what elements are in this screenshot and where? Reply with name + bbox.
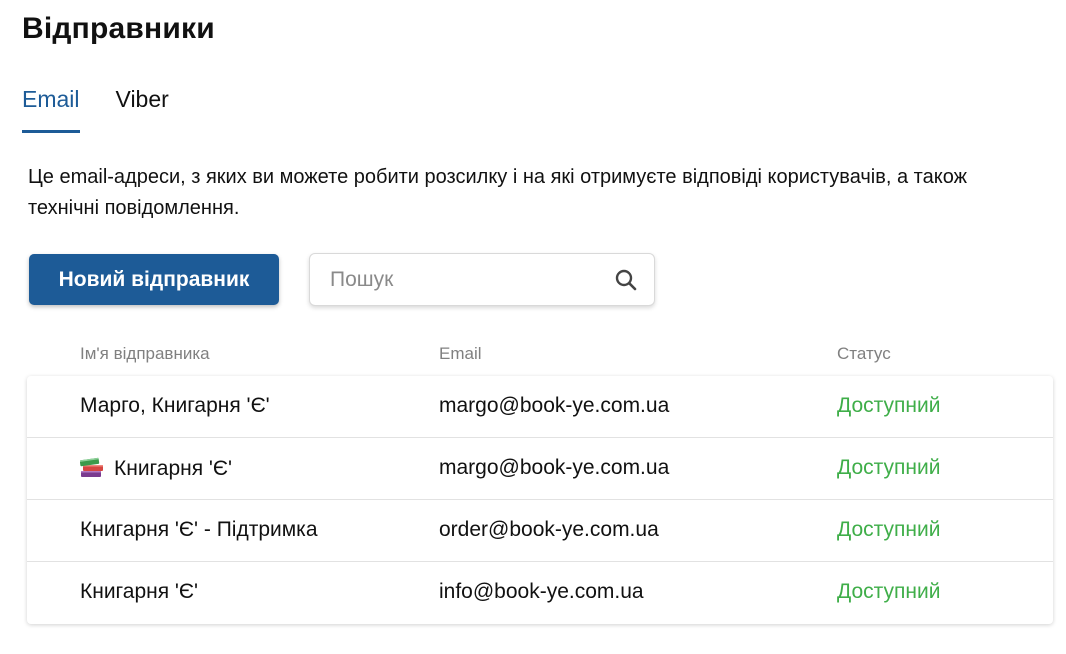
table-row[interactable]: Книгарня 'Є' margo@book-ye.com.ua Доступ… (27, 438, 1053, 500)
description-text: Це email-адреси, з яких ви можете робити… (28, 166, 967, 219)
sender-name: Книгарня 'Є' (114, 457, 233, 480)
sender-email: margo@book-ye.com.ua (439, 394, 670, 417)
sender-name: Книгарня 'Є' - Підтримка (80, 518, 318, 541)
sender-name: Марго, Книгарня 'Є' (80, 394, 270, 417)
sender-status: Доступний (837, 518, 941, 541)
table-row[interactable]: Книгарня 'Є' info@book-ye.com.ua Доступн… (27, 562, 1053, 624)
senders-table: Марго, Книгарня 'Є' margo@book-ye.com.ua… (27, 376, 1053, 624)
sender-name-cell: Книгарня 'Є' (80, 456, 232, 481)
tab-email[interactable]: Email (22, 86, 80, 133)
books-icon (80, 457, 103, 477)
page-title: Відправники (22, 12, 215, 45)
sender-name: Книгарня 'Є' (80, 580, 199, 603)
sender-status: Доступний (837, 456, 941, 479)
sender-email: margo@book-ye.com.ua (439, 456, 670, 479)
table-row[interactable]: Марго, Книгарня 'Є' margo@book-ye.com.ua… (27, 376, 1053, 438)
search-box (309, 253, 655, 306)
tab-viber[interactable]: Viber (116, 86, 169, 131)
search-input[interactable] (310, 254, 600, 305)
new-sender-button[interactable]: Новий відправник (29, 254, 279, 305)
column-header-name[interactable]: Ім'я відправника (80, 344, 210, 364)
sender-status: Доступний (837, 580, 941, 603)
sender-status: Доступний (837, 394, 941, 417)
table-row[interactable]: Книгарня 'Є' - Підтримка order@book-ye.c… (27, 500, 1053, 562)
search-icon[interactable] (614, 268, 638, 292)
sender-email: order@book-ye.com.ua (439, 518, 659, 541)
column-header-email[interactable]: Email (439, 344, 482, 364)
tabs: Email Viber (22, 86, 169, 133)
column-header-status[interactable]: Статус (837, 344, 891, 364)
sender-email: info@book-ye.com.ua (439, 580, 644, 603)
table-header: Ім'я відправника Email Статус (0, 344, 1066, 368)
